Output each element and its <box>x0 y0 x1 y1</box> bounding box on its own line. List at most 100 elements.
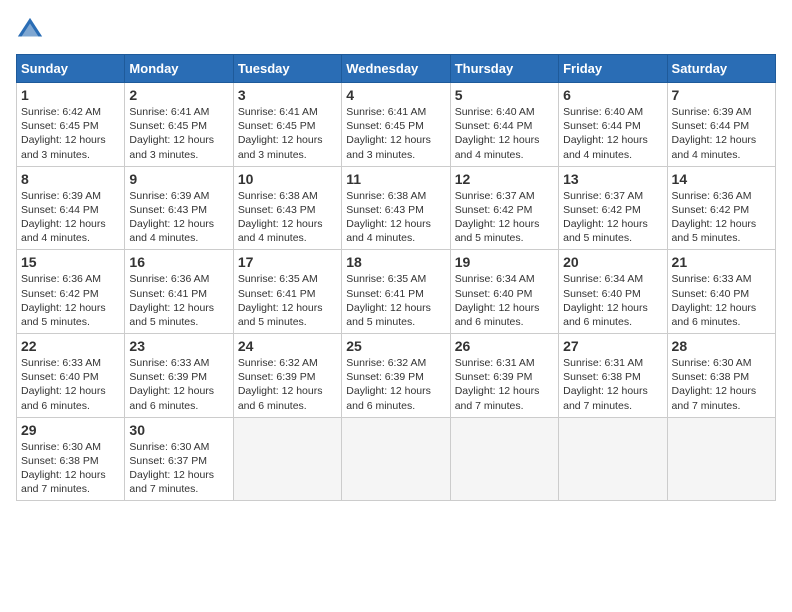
day-info: Sunrise: 6:30 AM Sunset: 6:38 PM Dayligh… <box>21 440 120 497</box>
table-row: 21 Sunrise: 6:33 AM Sunset: 6:40 PM Dayl… <box>667 250 775 334</box>
day-number: 7 <box>672 87 771 103</box>
day-number: 8 <box>21 171 120 187</box>
day-info: Sunrise: 6:34 AM Sunset: 6:40 PM Dayligh… <box>563 272 662 329</box>
col-wednesday: Wednesday <box>342 55 450 83</box>
day-number: 25 <box>346 338 445 354</box>
day-number: 20 <box>563 254 662 270</box>
table-row <box>667 417 775 501</box>
day-info: Sunrise: 6:32 AM Sunset: 6:39 PM Dayligh… <box>238 356 337 413</box>
table-row: 18 Sunrise: 6:35 AM Sunset: 6:41 PM Dayl… <box>342 250 450 334</box>
day-info: Sunrise: 6:41 AM Sunset: 6:45 PM Dayligh… <box>238 105 337 162</box>
day-number: 12 <box>455 171 554 187</box>
table-row: 8 Sunrise: 6:39 AM Sunset: 6:44 PM Dayli… <box>17 166 125 250</box>
table-row <box>342 417 450 501</box>
day-info: Sunrise: 6:37 AM Sunset: 6:42 PM Dayligh… <box>563 189 662 246</box>
day-number: 1 <box>21 87 120 103</box>
table-row: 3 Sunrise: 6:41 AM Sunset: 6:45 PM Dayli… <box>233 83 341 167</box>
table-row <box>559 417 667 501</box>
day-info: Sunrise: 6:37 AM Sunset: 6:42 PM Dayligh… <box>455 189 554 246</box>
col-sunday: Sunday <box>17 55 125 83</box>
day-number: 11 <box>346 171 445 187</box>
day-number: 16 <box>129 254 228 270</box>
calendar-header-row: Sunday Monday Tuesday Wednesday Thursday… <box>17 55 776 83</box>
table-row: 15 Sunrise: 6:36 AM Sunset: 6:42 PM Dayl… <box>17 250 125 334</box>
col-monday: Monday <box>125 55 233 83</box>
table-row: 5 Sunrise: 6:40 AM Sunset: 6:44 PM Dayli… <box>450 83 558 167</box>
table-row: 26 Sunrise: 6:31 AM Sunset: 6:39 PM Dayl… <box>450 334 558 418</box>
day-number: 3 <box>238 87 337 103</box>
day-info: Sunrise: 6:30 AM Sunset: 6:37 PM Dayligh… <box>129 440 228 497</box>
col-friday: Friday <box>559 55 667 83</box>
day-info: Sunrise: 6:31 AM Sunset: 6:39 PM Dayligh… <box>455 356 554 413</box>
calendar-row: 8 Sunrise: 6:39 AM Sunset: 6:44 PM Dayli… <box>17 166 776 250</box>
day-number: 6 <box>563 87 662 103</box>
day-info: Sunrise: 6:33 AM Sunset: 6:40 PM Dayligh… <box>21 356 120 413</box>
day-number: 28 <box>672 338 771 354</box>
col-tuesday: Tuesday <box>233 55 341 83</box>
day-number: 24 <box>238 338 337 354</box>
table-row: 1 Sunrise: 6:42 AM Sunset: 6:45 PM Dayli… <box>17 83 125 167</box>
day-number: 30 <box>129 422 228 438</box>
table-row: 20 Sunrise: 6:34 AM Sunset: 6:40 PM Dayl… <box>559 250 667 334</box>
day-number: 13 <box>563 171 662 187</box>
table-row: 19 Sunrise: 6:34 AM Sunset: 6:40 PM Dayl… <box>450 250 558 334</box>
day-info: Sunrise: 6:40 AM Sunset: 6:44 PM Dayligh… <box>563 105 662 162</box>
day-number: 2 <box>129 87 228 103</box>
day-info: Sunrise: 6:36 AM Sunset: 6:42 PM Dayligh… <box>21 272 120 329</box>
table-row: 17 Sunrise: 6:35 AM Sunset: 6:41 PM Dayl… <box>233 250 341 334</box>
day-number: 15 <box>21 254 120 270</box>
day-number: 10 <box>238 171 337 187</box>
day-info: Sunrise: 6:41 AM Sunset: 6:45 PM Dayligh… <box>129 105 228 162</box>
day-number: 17 <box>238 254 337 270</box>
day-number: 22 <box>21 338 120 354</box>
table-row <box>450 417 558 501</box>
day-info: Sunrise: 6:36 AM Sunset: 6:42 PM Dayligh… <box>672 189 771 246</box>
day-info: Sunrise: 6:39 AM Sunset: 6:44 PM Dayligh… <box>672 105 771 162</box>
col-saturday: Saturday <box>667 55 775 83</box>
table-row: 11 Sunrise: 6:38 AM Sunset: 6:43 PM Dayl… <box>342 166 450 250</box>
day-number: 23 <box>129 338 228 354</box>
table-row: 24 Sunrise: 6:32 AM Sunset: 6:39 PM Dayl… <box>233 334 341 418</box>
table-row: 25 Sunrise: 6:32 AM Sunset: 6:39 PM Dayl… <box>342 334 450 418</box>
calendar-row: 22 Sunrise: 6:33 AM Sunset: 6:40 PM Dayl… <box>17 334 776 418</box>
table-row: 10 Sunrise: 6:38 AM Sunset: 6:43 PM Dayl… <box>233 166 341 250</box>
table-row: 12 Sunrise: 6:37 AM Sunset: 6:42 PM Dayl… <box>450 166 558 250</box>
table-row: 7 Sunrise: 6:39 AM Sunset: 6:44 PM Dayli… <box>667 83 775 167</box>
table-row <box>233 417 341 501</box>
day-number: 18 <box>346 254 445 270</box>
calendar-table: Sunday Monday Tuesday Wednesday Thursday… <box>16 54 776 501</box>
calendar-row: 29 Sunrise: 6:30 AM Sunset: 6:38 PM Dayl… <box>17 417 776 501</box>
day-info: Sunrise: 6:31 AM Sunset: 6:38 PM Dayligh… <box>563 356 662 413</box>
col-thursday: Thursday <box>450 55 558 83</box>
table-row: 27 Sunrise: 6:31 AM Sunset: 6:38 PM Dayl… <box>559 334 667 418</box>
table-row: 14 Sunrise: 6:36 AM Sunset: 6:42 PM Dayl… <box>667 166 775 250</box>
day-number: 27 <box>563 338 662 354</box>
table-row: 4 Sunrise: 6:41 AM Sunset: 6:45 PM Dayli… <box>342 83 450 167</box>
day-info: Sunrise: 6:33 AM Sunset: 6:40 PM Dayligh… <box>672 272 771 329</box>
day-number: 9 <box>129 171 228 187</box>
logo-icon <box>16 16 44 44</box>
day-info: Sunrise: 6:40 AM Sunset: 6:44 PM Dayligh… <box>455 105 554 162</box>
table-row: 16 Sunrise: 6:36 AM Sunset: 6:41 PM Dayl… <box>125 250 233 334</box>
day-info: Sunrise: 6:34 AM Sunset: 6:40 PM Dayligh… <box>455 272 554 329</box>
table-row: 13 Sunrise: 6:37 AM Sunset: 6:42 PM Dayl… <box>559 166 667 250</box>
table-row: 30 Sunrise: 6:30 AM Sunset: 6:37 PM Dayl… <box>125 417 233 501</box>
day-info: Sunrise: 6:39 AM Sunset: 6:44 PM Dayligh… <box>21 189 120 246</box>
table-row: 9 Sunrise: 6:39 AM Sunset: 6:43 PM Dayli… <box>125 166 233 250</box>
table-row: 23 Sunrise: 6:33 AM Sunset: 6:39 PM Dayl… <box>125 334 233 418</box>
day-info: Sunrise: 6:36 AM Sunset: 6:41 PM Dayligh… <box>129 272 228 329</box>
day-info: Sunrise: 6:33 AM Sunset: 6:39 PM Dayligh… <box>129 356 228 413</box>
day-number: 29 <box>21 422 120 438</box>
day-number: 4 <box>346 87 445 103</box>
day-number: 19 <box>455 254 554 270</box>
day-info: Sunrise: 6:42 AM Sunset: 6:45 PM Dayligh… <box>21 105 120 162</box>
day-info: Sunrise: 6:38 AM Sunset: 6:43 PM Dayligh… <box>238 189 337 246</box>
day-number: 26 <box>455 338 554 354</box>
table-row: 22 Sunrise: 6:33 AM Sunset: 6:40 PM Dayl… <box>17 334 125 418</box>
day-info: Sunrise: 6:30 AM Sunset: 6:38 PM Dayligh… <box>672 356 771 413</box>
day-number: 5 <box>455 87 554 103</box>
day-info: Sunrise: 6:41 AM Sunset: 6:45 PM Dayligh… <box>346 105 445 162</box>
day-info: Sunrise: 6:35 AM Sunset: 6:41 PM Dayligh… <box>238 272 337 329</box>
table-row: 28 Sunrise: 6:30 AM Sunset: 6:38 PM Dayl… <box>667 334 775 418</box>
page-header <box>16 16 776 44</box>
